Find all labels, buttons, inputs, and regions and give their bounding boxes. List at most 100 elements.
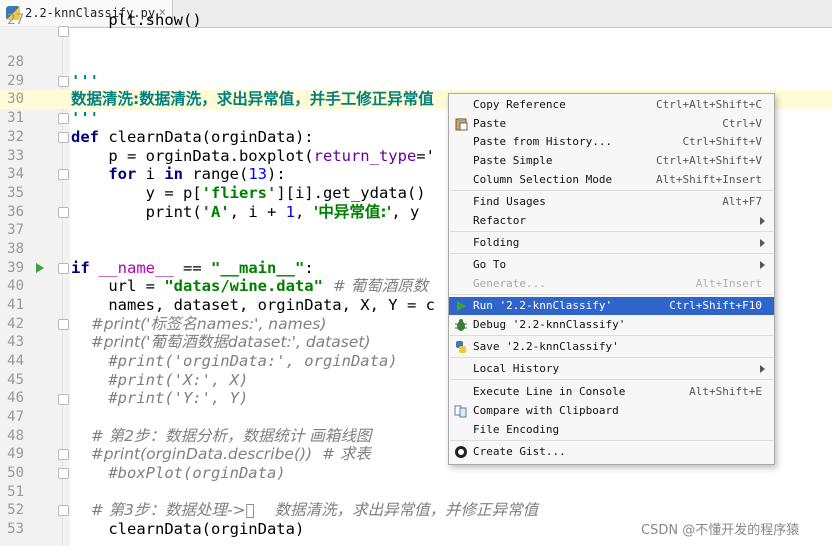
line-number: 50 bbox=[7, 465, 24, 481]
menu-item-run[interactable]: Run '2.2-knnClassify' Ctrl+Shift+F10 bbox=[449, 297, 774, 315]
line-number: 40 bbox=[7, 278, 24, 294]
code-line: ''' bbox=[71, 109, 99, 127]
line-number: 44 bbox=[7, 353, 24, 369]
fold-marker-icon[interactable] bbox=[58, 169, 69, 180]
line-number: 52 bbox=[7, 502, 24, 518]
code-line: #print(orginData.describe()) # 求表 bbox=[71, 445, 371, 463]
menu-item-folding[interactable]: Folding bbox=[449, 234, 774, 252]
line-number: 35 bbox=[7, 185, 24, 201]
menu-item-compare-clipboard[interactable]: Compare with Clipboard bbox=[449, 402, 774, 420]
menu-separator bbox=[450, 253, 773, 254]
line-number: 51 bbox=[7, 484, 24, 500]
line-number: 39 bbox=[7, 260, 24, 276]
menu-separator bbox=[450, 190, 773, 191]
menu-item-save[interactable]: Save '2.2-knnClassify' bbox=[449, 338, 774, 356]
fold-marker-icon[interactable] bbox=[58, 76, 69, 87]
menu-item-refactor[interactable]: Refactor bbox=[449, 212, 774, 230]
menu-item-paste[interactable]: Paste Ctrl+V bbox=[449, 115, 774, 133]
code-line: #print('orginData:', orginData) bbox=[71, 352, 398, 370]
line-number: 43 bbox=[7, 334, 24, 350]
fold-marker-icon[interactable] bbox=[58, 26, 69, 37]
fold-marker-icon[interactable] bbox=[58, 319, 69, 330]
code-line: if __name__ == "__main__": bbox=[71, 259, 314, 277]
line-number: 37 bbox=[7, 222, 24, 238]
code-line: 数据清洗:数据清洗，求出异常值，并手工修正异常值 bbox=[71, 90, 434, 108]
code-line: # 第3步：数据处理->  数据清洗，求出异常值，并修正异常值 bbox=[71, 501, 539, 519]
fold-marker-icon[interactable] bbox=[58, 113, 69, 124]
menu-item-execute-line[interactable]: Execute Line in Console Alt+Shift+E bbox=[449, 383, 774, 401]
line-number: 30 bbox=[7, 91, 24, 107]
line-number: 27 bbox=[7, 12, 24, 28]
menu-item-paste-from-history[interactable]: Paste from History... Ctrl+Shift+V bbox=[449, 133, 774, 151]
menu-separator bbox=[450, 357, 773, 358]
watermark: CSDN @不懂开发的程序猿 bbox=[641, 523, 800, 538]
fold-marker-icon[interactable] bbox=[58, 468, 69, 479]
line-number: 42 bbox=[7, 316, 24, 332]
code-line: names, dataset, orginData, X, Y = c bbox=[71, 296, 435, 314]
menu-item-file-encoding[interactable]: File Encoding bbox=[449, 421, 774, 439]
code-line: #print('Y:', Y) bbox=[71, 389, 249, 407]
menu-separator bbox=[450, 440, 773, 441]
line-number: 48 bbox=[7, 428, 24, 444]
code-line: #print('X:', X) bbox=[71, 371, 249, 389]
bug-icon bbox=[455, 319, 467, 331]
menu-separator bbox=[450, 379, 773, 380]
run-gutter-icon[interactable] bbox=[36, 263, 44, 273]
menu-item-local-history[interactable]: Local History bbox=[449, 360, 774, 378]
menu-item-find-usages[interactable]: Find Usages Alt+F7 bbox=[449, 193, 774, 211]
menu-item-generate: Generate... Alt+Insert bbox=[473, 277, 762, 290]
submenu-arrow-icon bbox=[760, 365, 765, 373]
code-line: url = "datas/wine.data" # 葡萄酒原数 bbox=[71, 277, 429, 295]
fold-marker-icon[interactable] bbox=[58, 132, 69, 143]
menu-item-debug[interactable]: Debug '2.2-knnClassify' bbox=[449, 316, 774, 334]
run-icon bbox=[457, 301, 466, 311]
line-number: 45 bbox=[7, 372, 24, 388]
menu-item-column-selection-mode[interactable]: Column Selection Mode Alt+Shift+Insert bbox=[449, 171, 774, 189]
code-line: clearnData(orginData) bbox=[71, 520, 305, 538]
menu-item-create-gist[interactable]: Create Gist... bbox=[449, 443, 774, 461]
line-number: 49 bbox=[7, 446, 24, 462]
compare-icon bbox=[454, 405, 467, 418]
submenu-arrow-icon bbox=[760, 261, 765, 269]
line-number: 53 bbox=[7, 521, 24, 537]
submenu-arrow-icon bbox=[760, 239, 765, 247]
line-number: 33 bbox=[7, 148, 24, 164]
menu-item-copy-reference[interactable]: Copy Reference Ctrl+Alt+Shift+C bbox=[449, 96, 774, 114]
line-number: 28 bbox=[7, 54, 24, 70]
fold-marker-icon[interactable] bbox=[58, 263, 69, 274]
line-number: 34 bbox=[7, 166, 24, 182]
line-number: 47 bbox=[7, 409, 24, 425]
editor-context-menu: Copy Reference Ctrl+Alt+Shift+C Paste Ctrl… bbox=[448, 93, 775, 465]
code-line: #print('标签名names:', names) bbox=[71, 315, 327, 333]
fold-marker-icon[interactable] bbox=[58, 449, 69, 460]
fold-marker-icon[interactable] bbox=[58, 207, 69, 218]
code-line: y = p['fliers'][i].get_ydata() bbox=[71, 184, 426, 202]
menu-item-paste-simple[interactable]: Paste Simple Ctrl+Alt+Shift+V bbox=[449, 152, 774, 170]
code-line: p = orginData.boxplot(return_type=' bbox=[71, 147, 435, 165]
code-line: print('A', i + 1, '中异常值:', y bbox=[71, 203, 420, 221]
line-number: 31 bbox=[7, 110, 24, 126]
menu-item-go-to[interactable]: Go To bbox=[449, 256, 774, 274]
line-number: 41 bbox=[7, 297, 24, 313]
line-number: 36 bbox=[7, 204, 24, 220]
code-line: ''' bbox=[71, 72, 99, 90]
line-number: 38 bbox=[7, 241, 24, 257]
code-line: for i in range(13): bbox=[71, 165, 286, 183]
line-number: 32 bbox=[7, 129, 24, 145]
python-icon bbox=[456, 341, 466, 353]
code-line: plt.show() bbox=[71, 11, 202, 29]
code-line: #boxPlot(orginData) bbox=[71, 464, 286, 482]
menu-separator bbox=[450, 335, 773, 336]
submenu-arrow-icon bbox=[760, 217, 765, 225]
code-line: def clearnData(orginData): bbox=[71, 128, 314, 146]
line-number: 46 bbox=[7, 390, 24, 406]
fold-marker-icon[interactable] bbox=[58, 394, 69, 405]
fold-marker-icon[interactable] bbox=[58, 505, 69, 516]
menu-separator bbox=[450, 294, 773, 295]
github-icon bbox=[455, 446, 467, 458]
code-line: # 第2步：数据分析，数据统计 画箱线图 bbox=[71, 427, 372, 445]
line-number: 29 bbox=[7, 73, 24, 89]
clipboard-icon bbox=[455, 118, 468, 131]
code-line: #print('葡萄酒数据dataset:', dataset) bbox=[71, 333, 371, 351]
menu-separator bbox=[450, 231, 773, 232]
